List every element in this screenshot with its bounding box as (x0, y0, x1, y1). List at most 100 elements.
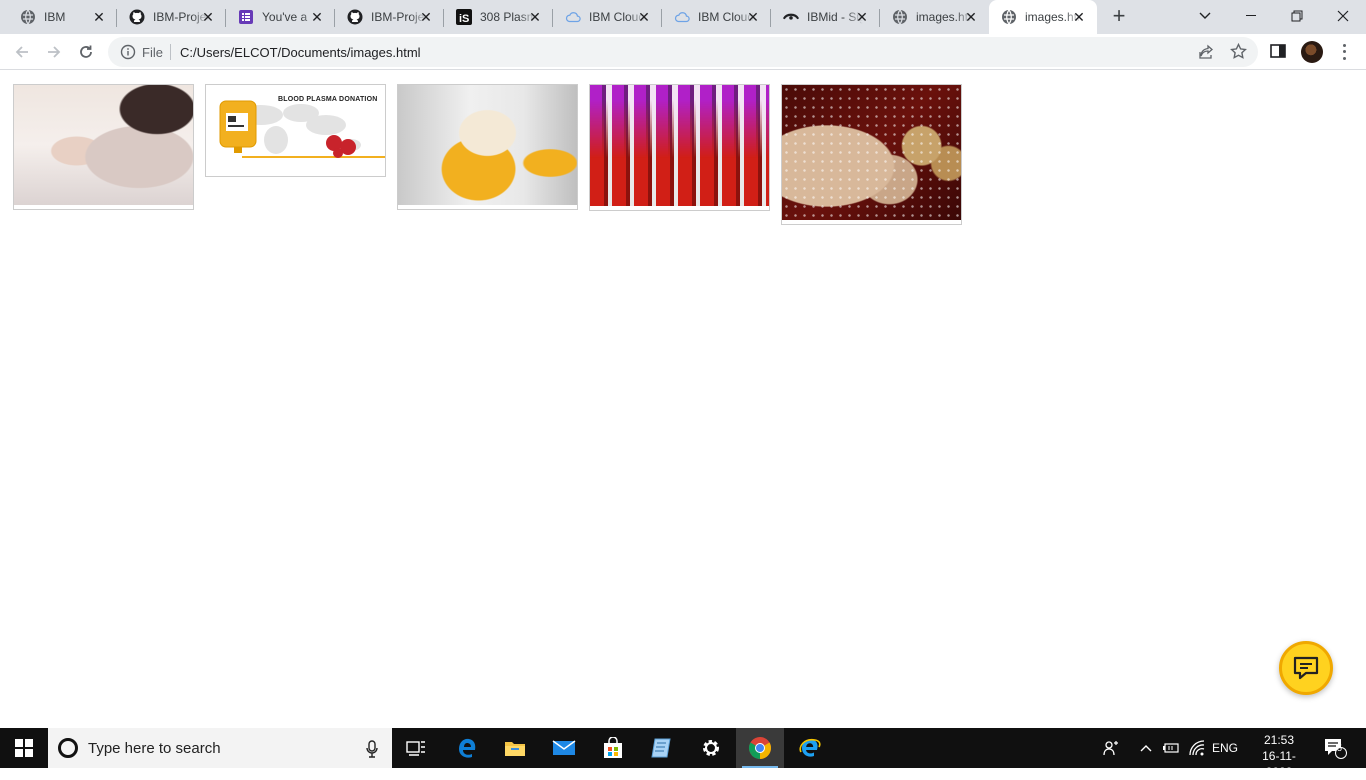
taskbar-settings[interactable] (687, 728, 735, 768)
bookmark-star-icon[interactable] (1230, 42, 1247, 65)
network-button[interactable] (1186, 728, 1208, 768)
start-button[interactable] (0, 728, 48, 768)
taskbar-internet-explorer[interactable] (786, 728, 834, 768)
address-divider (170, 44, 171, 60)
image-patient[interactable] (13, 84, 194, 210)
close-icon[interactable]: ✕ (91, 9, 107, 25)
close-icon[interactable]: ✕ (636, 9, 652, 25)
blood-cells-image (782, 85, 961, 220)
back-button[interactable] (9, 39, 35, 65)
taskbar-chrome[interactable] (736, 728, 784, 768)
store-icon (604, 737, 622, 758)
minimize-icon (1246, 15, 1256, 16)
close-icon[interactable]: ✕ (200, 9, 216, 25)
chevron-down-icon (1199, 12, 1211, 19)
more-menu-icon[interactable] (1336, 42, 1352, 62)
new-tab-button[interactable]: + (1108, 5, 1130, 28)
thumb-padding (398, 205, 577, 209)
image-plasma-bag[interactable] (397, 84, 578, 210)
image-blood-cells[interactable] (781, 84, 962, 225)
tab-ibm-cloud[interactable]: IBM Cloud ✕ (553, 0, 662, 34)
tab-ibm-cloud-2[interactable]: IBM Cloud ✕ (662, 0, 771, 34)
taskbar-notepad[interactable] (638, 728, 686, 768)
close-icon[interactable]: ✕ (745, 9, 761, 25)
chat-icon (1293, 656, 1319, 680)
action-center-button[interactable]: 5 (1318, 728, 1352, 768)
microphone-icon[interactable] (366, 740, 378, 763)
reload-button[interactable] (73, 39, 99, 65)
forms-icon (238, 9, 254, 25)
taskbar: Type here to search ENG 21:53 16-11-2022… (0, 728, 1366, 779)
close-icon (1337, 10, 1349, 22)
close-window-button[interactable] (1320, 0, 1366, 32)
close-icon[interactable]: ✕ (418, 9, 434, 25)
chrome-icon (749, 737, 771, 759)
people-button[interactable] (1098, 728, 1124, 768)
chat-button[interactable] (1279, 641, 1333, 695)
taskbar-store[interactable] (589, 728, 637, 768)
is-icon: iS (456, 9, 472, 25)
notepad-icon (651, 738, 671, 758)
url-text[interactable]: C:/Users/ELCOT/Documents/images.html (180, 45, 421, 60)
tab-search-button[interactable] (1182, 0, 1228, 32)
folder-icon (505, 742, 525, 756)
clock[interactable]: 21:53 16-11-2022 (1250, 732, 1308, 780)
windows-icon (15, 739, 33, 757)
taskbar-file-explorer[interactable] (491, 728, 539, 768)
globe-icon (1001, 9, 1017, 25)
info-icon[interactable] (120, 44, 136, 60)
arrow-left-icon (15, 46, 28, 58)
search-placeholder: Type here to search (88, 740, 221, 757)
close-icon[interactable]: ✕ (963, 9, 979, 25)
profile-avatar[interactable] (1301, 41, 1323, 63)
github-icon (347, 9, 363, 25)
tab-images-active[interactable]: images.html ✕ (989, 0, 1097, 34)
notification-icon (1325, 739, 1347, 759)
svg-text:iS: iS (459, 13, 469, 25)
share-icon[interactable] (1198, 44, 1214, 65)
blood-tubes-image (590, 85, 769, 206)
cloud-icon (565, 9, 581, 25)
plasma-donation-graphic: BLOOD PLASMA DONATION (206, 85, 385, 176)
address-bar[interactable]: File C:/Users/ELCOT/Documents/images.htm… (108, 37, 1258, 67)
language-indicator[interactable]: ENG (1210, 728, 1240, 768)
internet-explorer-icon (799, 738, 821, 757)
close-icon[interactable]: ✕ (527, 9, 543, 25)
forward-button[interactable] (41, 39, 67, 65)
tab-ibm-project-2[interactable]: IBM-Project ✕ (335, 0, 444, 34)
globe-icon (20, 9, 36, 25)
battery-button[interactable] (1160, 728, 1182, 768)
github-icon (129, 9, 145, 25)
minimize-button[interactable] (1228, 0, 1274, 32)
taskbar-edge[interactable] (443, 728, 491, 768)
close-icon[interactable]: ✕ (1071, 9, 1087, 25)
tab-images-1[interactable]: images.html ✕ (880, 0, 989, 34)
image-blood-tubes[interactable] (589, 84, 770, 211)
close-icon[interactable]: ✕ (854, 9, 870, 25)
clock-time: 21:53 (1263, 733, 1295, 747)
task-view-icon (406, 741, 425, 756)
task-view-button[interactable] (392, 728, 440, 768)
tab-plasma[interactable]: iS 308 Plasma ✕ (444, 0, 553, 34)
thumb-padding (14, 205, 193, 209)
restore-icon (1291, 10, 1303, 22)
close-icon[interactable]: ✕ (309, 9, 325, 25)
clock-date: 16-11-2022 (1262, 749, 1296, 779)
show-hidden-icons-button[interactable] (1136, 728, 1156, 768)
plasma-heading: BLOOD PLASMA DONATION (278, 96, 378, 103)
restore-button[interactable] (1274, 0, 1320, 32)
scheme-label: File (142, 45, 163, 60)
taskbar-mail[interactable] (540, 728, 588, 768)
side-panel-icon[interactable] (1270, 44, 1286, 63)
battery-icon (1163, 743, 1179, 753)
image-plasma-donation[interactable]: BLOOD PLASMA DONATION (205, 84, 386, 177)
tab-forms[interactable]: You've a ✕ (226, 0, 335, 34)
notification-count: 5 (1337, 743, 1343, 753)
gear-icon (703, 740, 719, 756)
wifi-icon (1189, 740, 1205, 756)
tab-ibm-project[interactable]: IBM-Project ✕ (117, 0, 226, 34)
tab-ibmid[interactable]: IBMid - Sign in ✕ (771, 0, 880, 34)
arrow-right-icon (48, 46, 61, 58)
tab-ibm[interactable]: IBM ✕ (0, 0, 117, 34)
taskbar-search[interactable]: Type here to search (48, 728, 392, 768)
